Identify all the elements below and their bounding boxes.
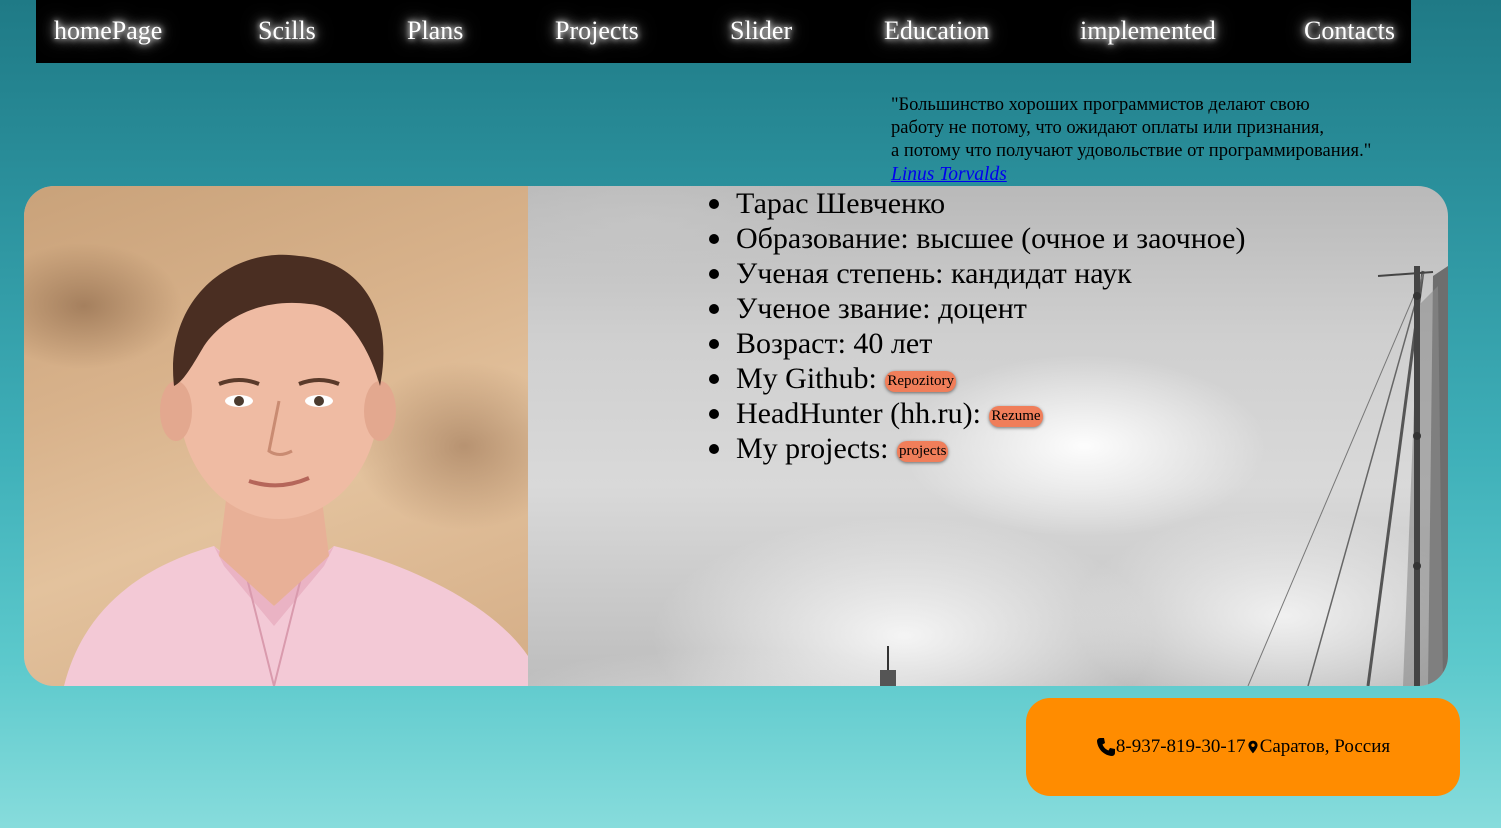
nav-item-contacts[interactable]: Contacts bbox=[1304, 14, 1395, 48]
projects-button[interactable]: projects bbox=[896, 440, 949, 462]
bullet-icon bbox=[709, 444, 719, 454]
list-item: Ученое звание: доцент bbox=[709, 291, 1245, 326]
bullet-icon bbox=[709, 409, 719, 419]
headhunter-label: HeadHunter (hh.ru): bbox=[736, 397, 989, 430]
nav-item-skills[interactable]: Scills bbox=[258, 14, 316, 48]
list-item: My Github: Repozitory bbox=[709, 361, 1245, 396]
quote-block: "Большинство хороших программистов делаю… bbox=[891, 94, 1371, 186]
profile-title: Ученое звание: доцент bbox=[736, 292, 1027, 325]
github-repository-button[interactable]: Repozitory bbox=[885, 370, 957, 392]
list-item: HeadHunter (hh.ru): Rezume bbox=[709, 396, 1245, 431]
contact-phone[interactable]: 8-937-819-30-17 bbox=[1116, 736, 1246, 758]
contact-location: Саратов, Россия bbox=[1259, 736, 1391, 757]
projects-label: My projects: bbox=[736, 432, 896, 465]
top-nav: homePage Scills Plans Projects Slider Ed… bbox=[36, 0, 1411, 63]
bullet-icon bbox=[709, 234, 719, 244]
resume-button[interactable]: Rezume bbox=[989, 405, 1043, 427]
bullet-icon bbox=[709, 304, 719, 314]
quote-line: работу не потому, что ожидают оплаты или… bbox=[891, 118, 1325, 138]
list-item: My projects: projects bbox=[709, 431, 1245, 466]
nav-item-projects[interactable]: Projects bbox=[555, 14, 639, 48]
nav-item-implemented[interactable]: implemented bbox=[1080, 14, 1216, 48]
profile-age: Возраст: 40 лет bbox=[736, 327, 933, 360]
list-item: Ученая степень: кандидат наук bbox=[709, 256, 1245, 291]
list-item: Тарас Шевченко bbox=[709, 186, 1245, 221]
list-item: Образование: высшее (очное и заочное) bbox=[709, 221, 1246, 256]
nav-item-plans[interactable]: Plans bbox=[407, 14, 463, 48]
boat-flag-image bbox=[880, 646, 896, 686]
github-label: My Github: bbox=[736, 362, 885, 395]
profile-name: Тарас Шевченко bbox=[736, 187, 946, 220]
profile-degree: Ученая степень: кандидат наук bbox=[736, 257, 1132, 290]
profile-info-list: Тарас Шевченко Образование: высшее (очно… bbox=[709, 186, 1246, 466]
profile-education: Образование: высшее (очное и заочное) bbox=[736, 222, 1246, 255]
nav-item-education[interactable]: Education bbox=[884, 14, 989, 48]
nav-item-homepage[interactable]: homePage bbox=[54, 14, 162, 48]
map-marker-icon bbox=[1248, 740, 1258, 754]
phone-icon bbox=[1096, 738, 1115, 756]
contact-box: 8-937-819-30-17 Саратов, Россия bbox=[1026, 698, 1460, 796]
bullet-icon bbox=[709, 199, 719, 209]
bullet-icon bbox=[709, 339, 719, 349]
quote-line: а потому что получают удовольствие от пр… bbox=[891, 141, 1372, 161]
nav-item-slider[interactable]: Slider bbox=[730, 14, 792, 48]
bullet-icon bbox=[709, 374, 719, 384]
bullet-icon bbox=[709, 269, 719, 279]
portrait-illustration bbox=[64, 254, 528, 686]
quote-author-link[interactable]: Linus Torvalds bbox=[891, 163, 1371, 186]
quote-line: "Большинство хороших программистов делаю… bbox=[891, 95, 1310, 115]
profile-card: Тарас Шевченко Образование: высшее (очно… bbox=[24, 186, 1448, 686]
list-item: Возраст: 40 лет bbox=[709, 326, 1245, 361]
profile-photo bbox=[24, 186, 528, 686]
